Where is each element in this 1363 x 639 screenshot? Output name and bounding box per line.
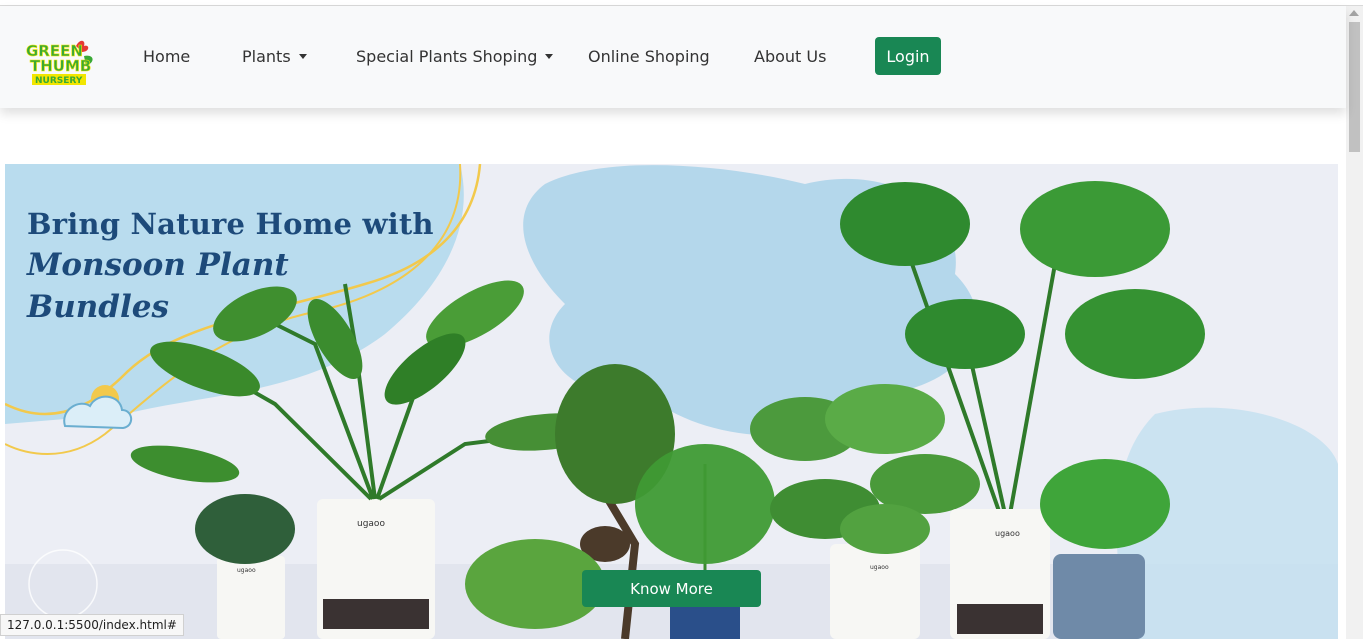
svg-text:ugaoo: ugaoo: [995, 529, 1020, 538]
nav-plants-label: Plants: [242, 47, 291, 66]
login-button[interactable]: Login: [875, 37, 941, 75]
logo-graphic: GREEN THUMB NURSERY: [26, 40, 93, 86]
nav-about-us-label: About Us: [754, 47, 827, 66]
know-more-button[interactable]: Know More: [582, 570, 761, 607]
caret-down-icon: [298, 54, 307, 59]
nav-online-shopping-label: Online Shoping: [588, 47, 710, 66]
navbar: GREEN THUMB NURSERY Home Plants Special …: [0, 6, 1346, 108]
nav-online-shopping[interactable]: Online Shoping: [588, 46, 710, 68]
nav-special-plants-label: Special Plants Shoping: [356, 47, 538, 66]
scrollbar-thumb[interactable]: [1349, 22, 1360, 152]
hero-heading-line2: Monsoon Plant: [27, 247, 289, 283]
nav-home[interactable]: Home: [143, 46, 190, 68]
caret-down-icon: [545, 54, 554, 59]
hero-heading: Bring Nature Home with Monsoon Plant Bun…: [27, 204, 434, 328]
nav-special-plants-dropdown[interactable]: Special Plants Shoping: [356, 46, 554, 68]
scroll-up-arrow-icon[interactable]: [1349, 10, 1359, 16]
hero-heading-line3: Bundles: [27, 289, 169, 325]
hero-banner: ugaoo ugaoo ugaoo ugaoo Bring Nature Hom…: [5, 164, 1338, 639]
svg-text:NURSERY: NURSERY: [35, 76, 83, 86]
nav-home-label: Home: [143, 47, 191, 66]
svg-text:ugaoo: ugaoo: [357, 519, 385, 529]
svg-text:THUMB: THUMB: [30, 57, 91, 75]
svg-text:ugaoo: ugaoo: [237, 567, 256, 574]
brand-logo[interactable]: GREEN THUMB NURSERY: [24, 36, 96, 88]
status-bar-url: 127.0.0.1:5500/index.html#: [0, 614, 184, 636]
hero-heading-line1: Bring Nature Home with: [27, 207, 434, 241]
nav-plants-dropdown[interactable]: Plants: [242, 46, 307, 68]
svg-text:ugaoo: ugaoo: [870, 564, 889, 571]
nav-about-us[interactable]: About Us: [754, 46, 826, 68]
